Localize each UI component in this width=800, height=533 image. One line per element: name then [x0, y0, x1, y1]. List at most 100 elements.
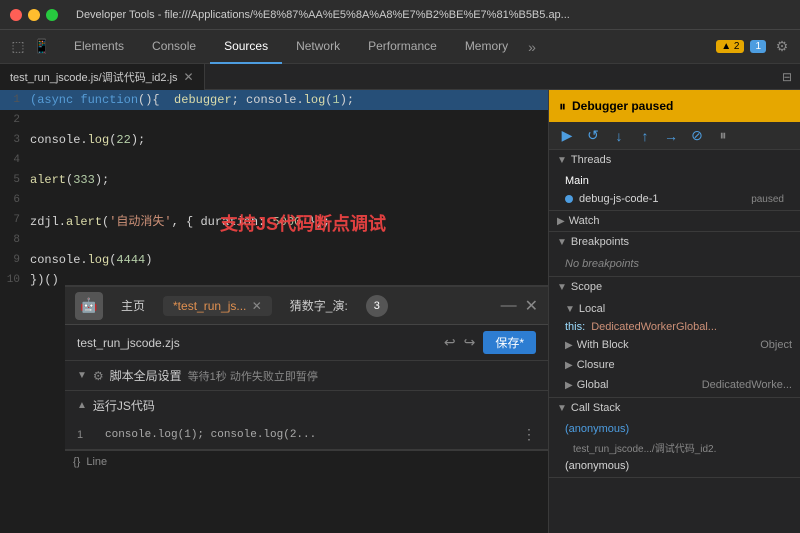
zjs-tab-controls: — ✕ — [501, 296, 538, 316]
scope-content: ▼ Local this: DedicatedWorkerGlobal... ▶… — [549, 297, 800, 397]
zjs-tab-file-close[interactable]: ✕ — [252, 299, 262, 313]
step-button[interactable]: → — [661, 126, 681, 146]
thread-debug[interactable]: debug-js-code-1 paused — [549, 190, 800, 208]
debug-dot-icon — [565, 195, 573, 203]
zjs-tab-guess[interactable]: 猜数字_演: — [280, 294, 358, 317]
watch-label: Watch — [569, 215, 600, 227]
code-line-6: 6 — [0, 190, 548, 210]
step-into-button[interactable]: ↓ — [609, 126, 629, 146]
call-stack-section: ▼ Call Stack (anonymous) test_run_jscode… — [549, 398, 800, 478]
breakpoints-section-header[interactable]: ▼ Breakpoints — [549, 232, 800, 252]
top-nav: ⬚ 📱 Elements Console Sources Network Per… — [0, 30, 800, 64]
scope-section: ▼ Scope ▼ Local this: DedicatedWorkerGlo… — [549, 277, 800, 398]
zjs-panel: 🤖 主页 *test_run_js... ✕ 猜数字_演: 3 — [65, 285, 548, 472]
watch-section-header[interactable]: ▶ Watch — [549, 211, 800, 231]
minimize-panel-icon[interactable]: — — [501, 297, 517, 315]
code-area: 1 (async function(){ debugger; console.l… — [0, 90, 548, 533]
tab-console[interactable]: Console — [138, 30, 210, 64]
left-bottom-bar: {} Line — [65, 450, 548, 472]
threads-section: ▼ Threads Main debug-js-code-1 paused — [549, 150, 800, 211]
call-stack-item-1[interactable]: (anonymous) — [549, 457, 800, 475]
tab-performance[interactable]: Performance — [354, 30, 451, 64]
zjs-section-settings: ▼ ⚙ 脚本全局设置 等待1秒 动作失败立即暂停 — [65, 361, 548, 391]
redo-icon[interactable]: ↪ — [464, 334, 476, 351]
thread-main[interactable]: Main — [549, 172, 800, 190]
zjs-tab-home[interactable]: 主页 — [111, 294, 155, 317]
closure-header[interactable]: ▶ Closure — [549, 355, 800, 375]
call-stack-section-header[interactable]: ▼ Call Stack — [549, 398, 800, 418]
threads-section-header[interactable]: ▼ Threads — [549, 150, 800, 170]
maximize-button[interactable] — [46, 9, 58, 21]
code-line-9: 9 console.log(4444) — [0, 250, 548, 270]
with-block-header[interactable]: ▶ With Block Object — [549, 335, 800, 355]
chevron-right-icon: ▶ — [565, 340, 573, 351]
info-badge[interactable]: 1 — [750, 40, 766, 53]
step-out-button[interactable]: ↑ — [635, 126, 655, 146]
step-over-button[interactable]: ↺ — [583, 126, 603, 146]
call-stack-sub-0: test_run_jscode.../调试代码_id2. — [549, 438, 800, 457]
zjs-section-settings-header[interactable]: ▼ ⚙ 脚本全局设置 等待1秒 动作失败立即暂停 — [65, 361, 548, 390]
zjs-section-run: ▲ 运行JS代码 1 console.log(1); console.log(2… — [65, 391, 548, 450]
code-line-1: 1 (async function(){ debugger; console.l… — [0, 90, 548, 110]
watermark-text: 支持JS代码断点调试 — [220, 210, 386, 236]
pause-on-exceptions[interactable]: ⏸ — [713, 126, 733, 146]
breakpoints-content: No breakpoints — [549, 252, 800, 276]
run-code-preview: console.log(1); console.log(2... — [105, 429, 514, 441]
tab-sources[interactable]: Sources — [210, 30, 282, 64]
minimize-button[interactable] — [28, 9, 40, 21]
chevron-right-icon: ▶ — [565, 360, 573, 371]
close-button[interactable] — [10, 9, 22, 21]
code-editor[interactable]: 1 (async function(){ debugger; console.l… — [0, 90, 548, 533]
section-desc: 等待1秒 动作失败立即暂停 — [188, 368, 318, 384]
breakpoints-label: Breakpoints — [571, 236, 629, 248]
tab-right-icons: ▲ 2 1 ⚙ — [716, 37, 800, 57]
code-line-3: 3 console.log(22); — [0, 130, 548, 150]
file-tab[interactable]: test_run_jscode.js/调试代码_id2.js ✕ — [0, 64, 205, 90]
settings-icon[interactable]: ⚙ — [772, 37, 792, 57]
run-more-icon[interactable]: ⋮ — [522, 426, 536, 443]
section-title: 脚本全局设置 — [110, 367, 182, 384]
local-section-header[interactable]: ▼ Local — [549, 299, 800, 319]
device-icon[interactable]: 📱 — [32, 37, 52, 57]
global-label: Global — [577, 379, 609, 391]
panel-toggle-icon[interactable]: ⊟ — [774, 70, 800, 84]
deactivate-button[interactable]: ⊘ — [687, 126, 707, 146]
scope-val: DedicatedWorkerGlobal... — [591, 321, 717, 333]
resume-button[interactable]: ▶ — [557, 126, 577, 146]
save-button[interactable]: 保存* — [483, 331, 536, 354]
scope-section-header[interactable]: ▼ Scope — [549, 277, 800, 297]
scope-this-item: this: DedicatedWorkerGlobal... — [549, 319, 800, 335]
zjs-header: 🤖 主页 *test_run_js... ✕ 猜数字_演: 3 — [65, 287, 548, 325]
more-tabs-button[interactable]: » — [522, 39, 542, 55]
traffic-lights — [10, 9, 58, 21]
with-block-label: With Block — [577, 339, 629, 351]
zjs-section-run-header[interactable]: ▲ 运行JS代码 — [65, 391, 548, 420]
braces-icon[interactable]: {} — [73, 456, 80, 468]
call-stack-item-0[interactable]: (anonymous) — [549, 420, 800, 438]
zjs-filename-row: test_run_jscode.zjs ↩ ↪ 保存* — [65, 325, 548, 361]
undo-icon[interactable]: ↩ — [444, 334, 456, 351]
zjs-avatar-icon: 🤖 — [75, 292, 103, 320]
chevron-up-icon: ▲ — [77, 400, 87, 411]
warning-badge[interactable]: ▲ 2 — [716, 40, 744, 53]
global-header[interactable]: ▶ Global DedicatedWorke... — [549, 375, 800, 395]
inspect-icon[interactable]: ⬚ — [8, 37, 28, 57]
run-line-number: 1 — [77, 429, 97, 441]
tab-elements[interactable]: Elements — [60, 30, 138, 64]
zjs-tab-file[interactable]: *test_run_js... ✕ — [163, 296, 272, 316]
threads-label: Threads — [571, 154, 611, 166]
file-tab-close[interactable]: ✕ — [184, 70, 194, 84]
chevron-down-icon: ▼ — [565, 304, 575, 315]
close-panel-icon[interactable]: ✕ — [525, 296, 538, 316]
tab-memory[interactable]: Memory — [451, 30, 522, 64]
threads-content: Main debug-js-code-1 paused — [549, 170, 800, 210]
nav-icons: ⬚ 📱 — [0, 37, 60, 57]
debugger-paused-header: ⏸ Debugger paused — [549, 90, 800, 122]
no-breakpoints-text: No breakpoints — [549, 254, 800, 274]
code-line-5: 5 alert(333); — [0, 170, 548, 190]
watch-section: ▶ Watch — [549, 211, 800, 232]
tab-network[interactable]: Network — [282, 30, 354, 64]
right-panel: ⏸ Debugger paused ▶ ↺ ↓ ↑ → ⊘ ⏸ ▼ Thread… — [548, 90, 800, 533]
zjs-filename: test_run_jscode.zjs — [77, 336, 436, 350]
call-stack-content: (anonymous) test_run_jscode.../调试代码_id2.… — [549, 418, 800, 477]
